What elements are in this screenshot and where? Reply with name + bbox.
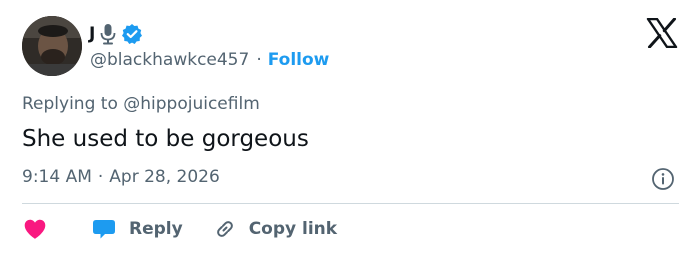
- x-logo-icon[interactable]: [646, 17, 678, 49]
- heart-icon: [24, 219, 46, 239]
- reply-bubble-icon: [93, 220, 115, 239]
- reply-button[interactable]: Reply: [92, 217, 183, 241]
- like-button[interactable]: [22, 216, 48, 242]
- replying-prefix: Replying to: [22, 94, 118, 114]
- copy-link-label: Copy link: [248, 219, 338, 239]
- handle-row: @blackhawkce457 · Follow: [90, 48, 329, 72]
- tweet-card: J @blackhawkce457 · Follow Replying to @…: [0, 0, 700, 256]
- display-name[interactable]: J: [89, 22, 95, 46]
- separator-dot: ·: [256, 50, 262, 70]
- tweet-date: Apr 28, 2026: [109, 167, 220, 187]
- separator-dot: ·: [97, 167, 104, 187]
- avatar[interactable]: [22, 16, 82, 76]
- divider: [22, 203, 679, 204]
- verified-badge-icon[interactable]: [121, 23, 143, 45]
- link-icon: [216, 221, 233, 237]
- follow-button[interactable]: Follow: [268, 48, 330, 72]
- copy-link-button[interactable]: Copy link: [213, 217, 337, 241]
- tweet-time: 9:14 AM: [22, 167, 92, 187]
- replying-mention[interactable]: @hippojuicefilm: [123, 94, 260, 114]
- tweet-text: She used to be gorgeous: [22, 126, 309, 152]
- action-bar: Reply Copy link: [22, 214, 337, 244]
- name-row: J: [89, 21, 143, 47]
- reply-label: Reply: [129, 219, 183, 239]
- replying-to: Replying to @hippojuicefilm: [22, 92, 260, 116]
- tweet-timestamp[interactable]: 9:14 AM · Apr 28, 2026: [22, 165, 220, 189]
- user-handle[interactable]: @blackhawkce457: [90, 48, 249, 72]
- microphone-icon: [99, 23, 117, 45]
- info-icon[interactable]: [651, 167, 675, 191]
